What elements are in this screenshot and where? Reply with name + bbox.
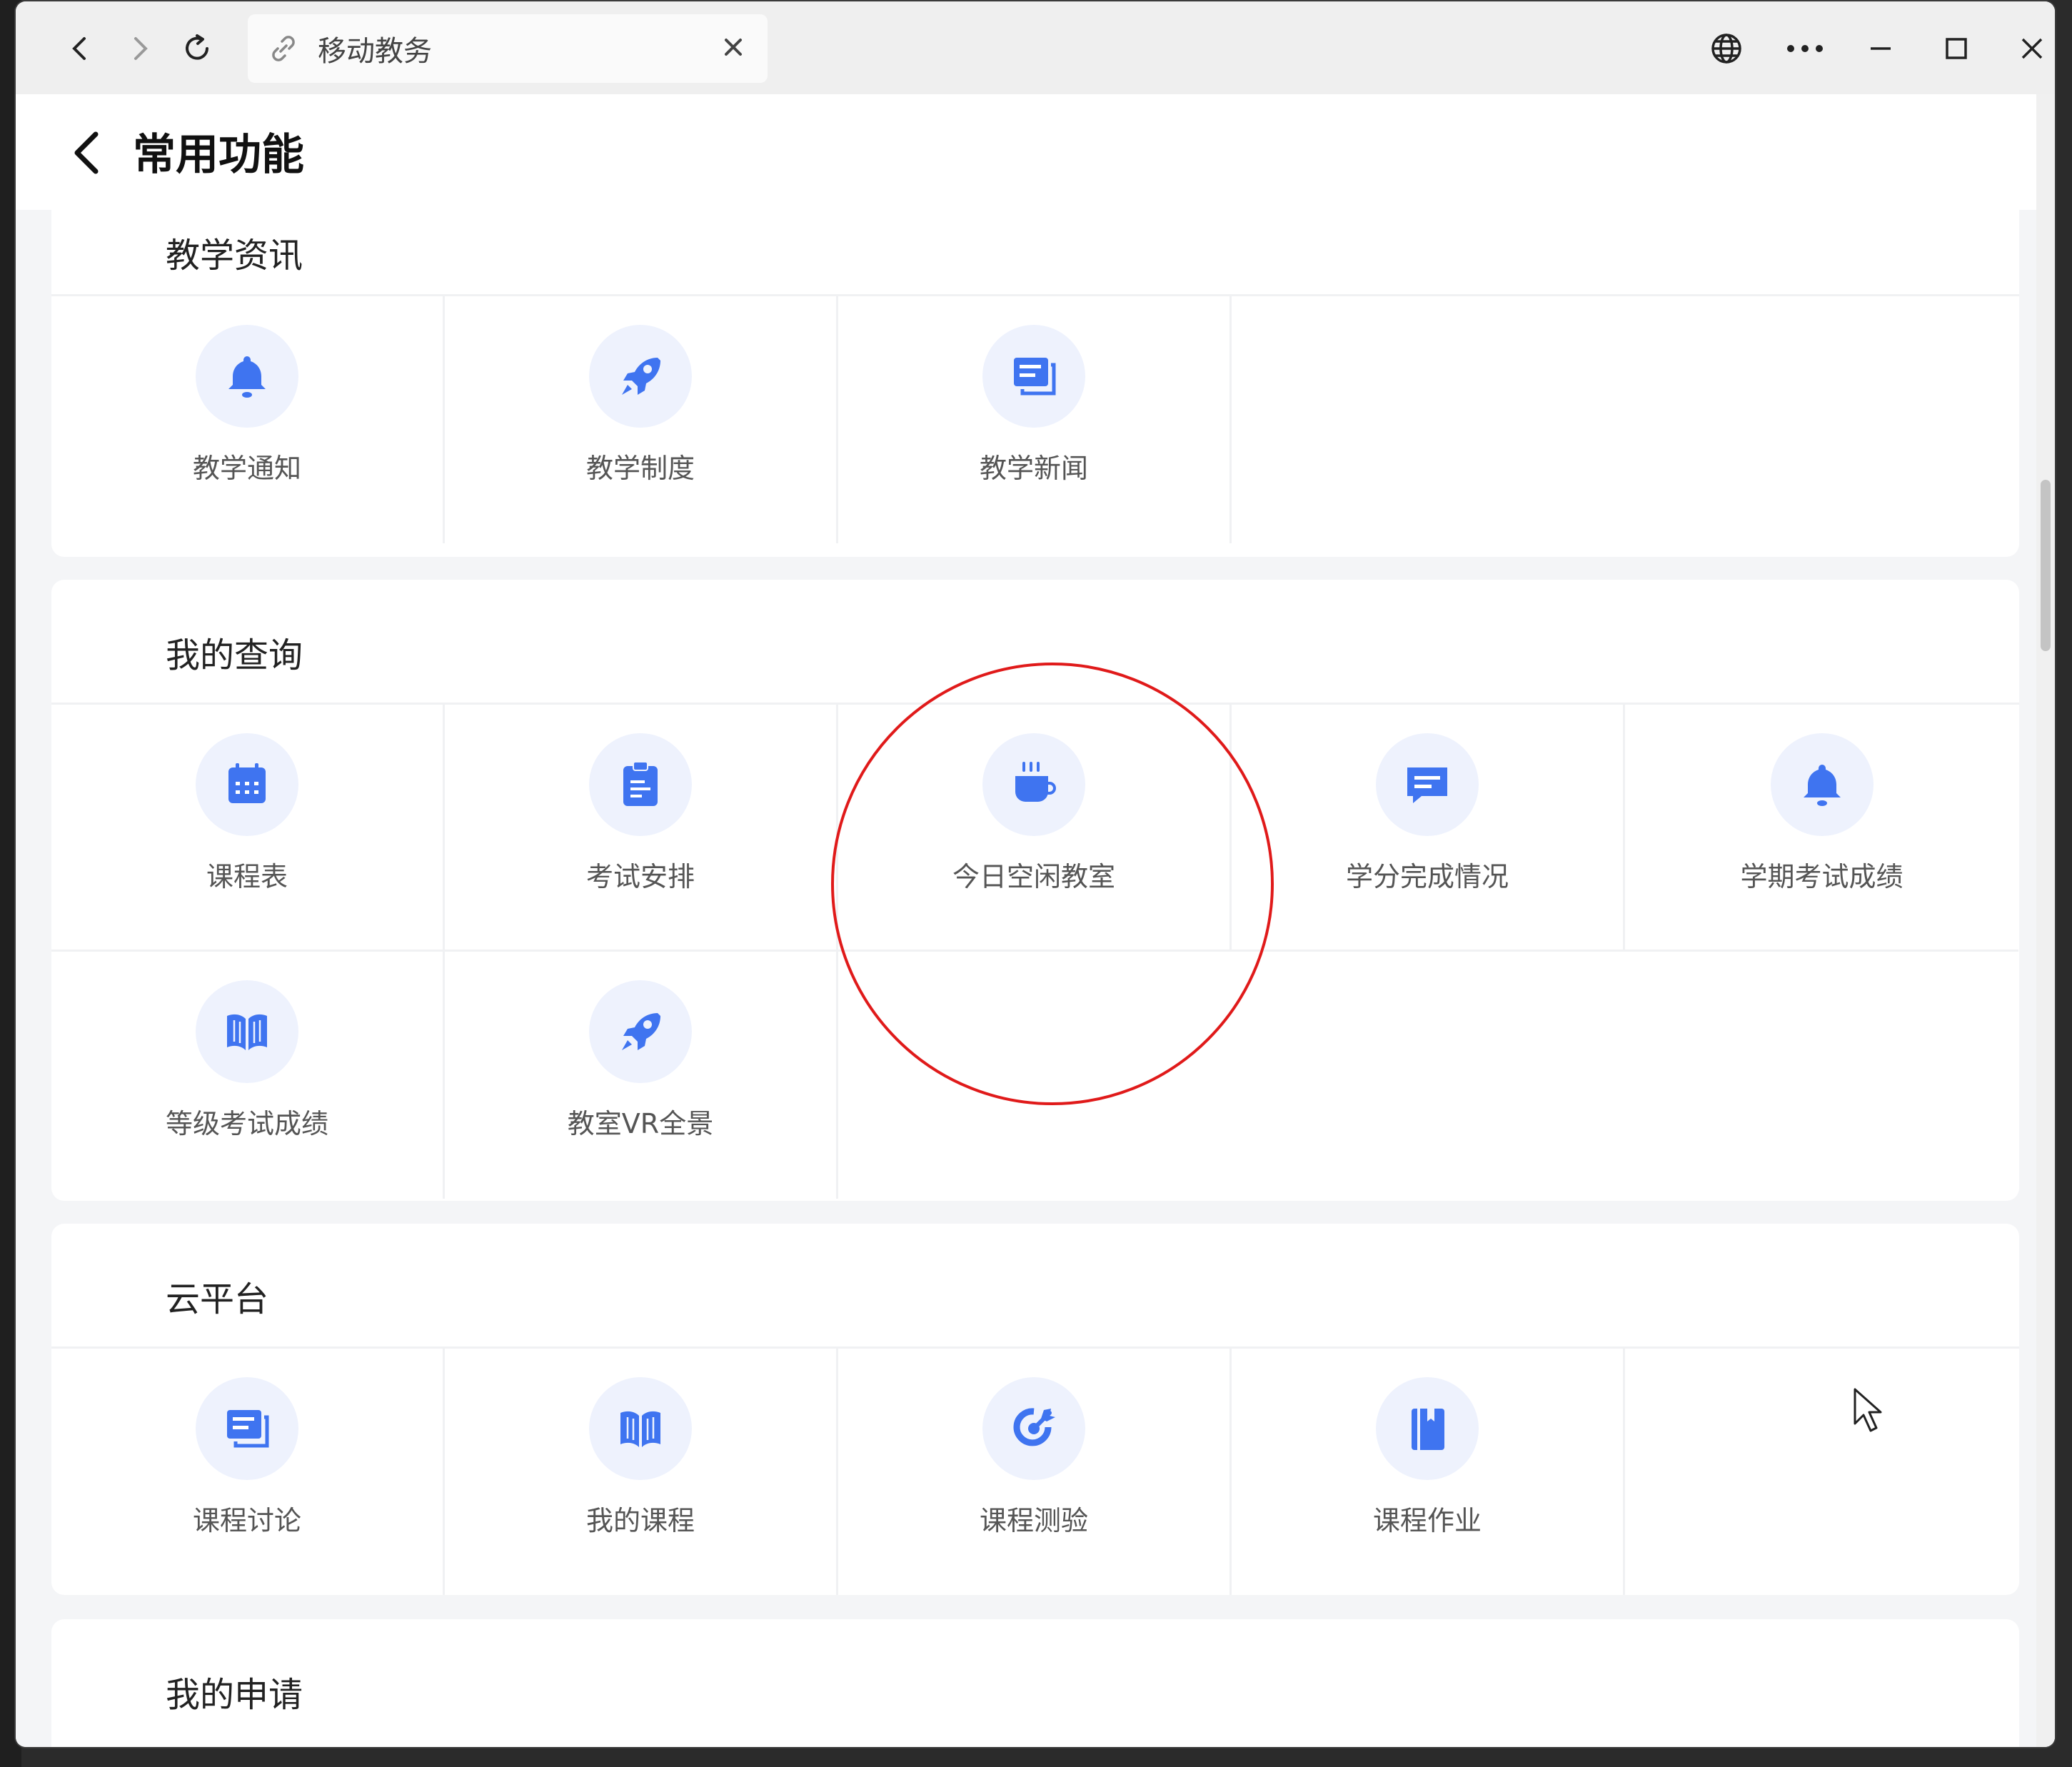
grid-item-label: 课程表 xyxy=(206,861,288,892)
back-nav-icon[interactable] xyxy=(54,23,106,74)
grid-item-credit-completion[interactable]: 学分完成情况 xyxy=(1232,705,1625,952)
section-title: 云平台 xyxy=(166,1279,269,1319)
grid-item-label: 学分完成情况 xyxy=(1345,861,1509,892)
grid-item-label: 课程讨论 xyxy=(192,1505,301,1536)
bell-icon xyxy=(196,325,298,428)
grid-item-label: 考试安排 xyxy=(585,861,695,892)
grid-item-label: 教学新闻 xyxy=(979,453,1088,484)
chat-bubble-icon xyxy=(1376,733,1479,836)
page-content: 教学资讯 教学通知 教学制度 教学新闻 常用功能 我的查询 课程表 考试安排 今… xyxy=(16,94,2055,1747)
section-my-applications: 我的申请 xyxy=(51,1619,2019,1747)
rocket-icon xyxy=(589,980,692,1083)
more-options-icon[interactable] xyxy=(1779,23,1831,74)
globe-icon[interactable] xyxy=(1701,23,1752,74)
grid-item-teaching-policy[interactable]: 教学制度 xyxy=(445,296,838,543)
highlight-circle xyxy=(831,663,1274,1105)
calendar-icon xyxy=(196,733,298,836)
bell-icon xyxy=(1770,733,1874,836)
grid-item-course-schedule[interactable]: 课程表 xyxy=(51,705,445,952)
section-cloud-platform: 云平台 课程讨论 我的课程 课程测验 课程作业 xyxy=(51,1224,2019,1595)
grid-item-label: 课程作业 xyxy=(1372,1505,1482,1536)
rocket-icon xyxy=(589,325,692,428)
section-title: 我的查询 xyxy=(166,635,303,675)
section-title: 教学资讯 xyxy=(166,236,303,276)
notebook-icon xyxy=(1376,1377,1479,1480)
grid-item-label: 学期考试成绩 xyxy=(1740,861,1903,892)
clipboard-icon xyxy=(589,733,692,836)
grid-item-label: 课程测验 xyxy=(979,1505,1088,1536)
grid-item-label: 等级考试成绩 xyxy=(165,1108,328,1139)
news-icon xyxy=(196,1377,298,1480)
page-scrollbar[interactable] xyxy=(2036,94,2055,1747)
open-book-icon xyxy=(196,980,298,1083)
section-teaching-news: 教学资讯 教学通知 教学制度 教学新闻 xyxy=(51,151,2019,557)
app-window: 移动教务 教学资讯 教学通知 教学制度 教学新闻 常用功能 我的查询 课程表 考… xyxy=(16,1,2055,1747)
close-tab-icon[interactable] xyxy=(716,30,750,67)
grid-item-label: 我的课程 xyxy=(585,1505,695,1536)
grid-item-label: 教室VR全景 xyxy=(567,1108,714,1139)
browser-tab[interactable]: 移动教务 xyxy=(248,14,768,83)
page-back-icon[interactable] xyxy=(67,130,110,178)
grid-item-label: 教学通知 xyxy=(192,453,301,484)
open-book-icon xyxy=(589,1377,692,1480)
grid-item-course-quiz[interactable]: 课程测验 xyxy=(838,1349,1232,1595)
maximize-icon[interactable] xyxy=(1931,23,1982,74)
grid-item-exam-arrangement[interactable]: 考试安排 xyxy=(445,705,838,952)
grid-item-empty xyxy=(1625,1349,2018,1595)
grid-item-my-courses[interactable]: 我的课程 xyxy=(445,1349,838,1595)
close-window-icon[interactable] xyxy=(2006,23,2055,74)
target-icon xyxy=(982,1377,1085,1480)
browser-toolbar: 移动教务 xyxy=(16,1,2055,94)
refresh-icon[interactable] xyxy=(171,23,223,74)
grid-item-label: 教学制度 xyxy=(585,453,695,484)
grid-item-level-exam-scores[interactable]: 等级考试成绩 xyxy=(51,952,445,1199)
page-title: 常用功能 xyxy=(133,130,304,180)
mouse-cursor-icon xyxy=(1852,1386,1888,1439)
grid-item-teaching-notice[interactable]: 教学通知 xyxy=(51,296,445,543)
page-header: 常用功能 xyxy=(16,94,2055,210)
news-icon xyxy=(982,325,1085,428)
grid-item-course-discussion[interactable]: 课程讨论 xyxy=(51,1349,445,1595)
grid-item-course-homework[interactable]: 课程作业 xyxy=(1232,1349,1625,1595)
grid-item-teaching-news[interactable]: 教学新闻 xyxy=(838,296,1232,543)
tab-title: 移动教务 xyxy=(318,35,432,68)
scrollbar-thumb[interactable] xyxy=(2041,480,2051,651)
link-icon xyxy=(268,33,299,64)
grid-item-semester-exam-scores[interactable]: 学期考试成绩 xyxy=(1625,705,2018,952)
minimize-icon[interactable] xyxy=(1855,23,1906,74)
forward-nav-icon[interactable] xyxy=(114,23,166,74)
grid-item-classroom-vr[interactable]: 教室VR全景 xyxy=(445,952,838,1199)
section-title: 我的申请 xyxy=(166,1675,303,1715)
